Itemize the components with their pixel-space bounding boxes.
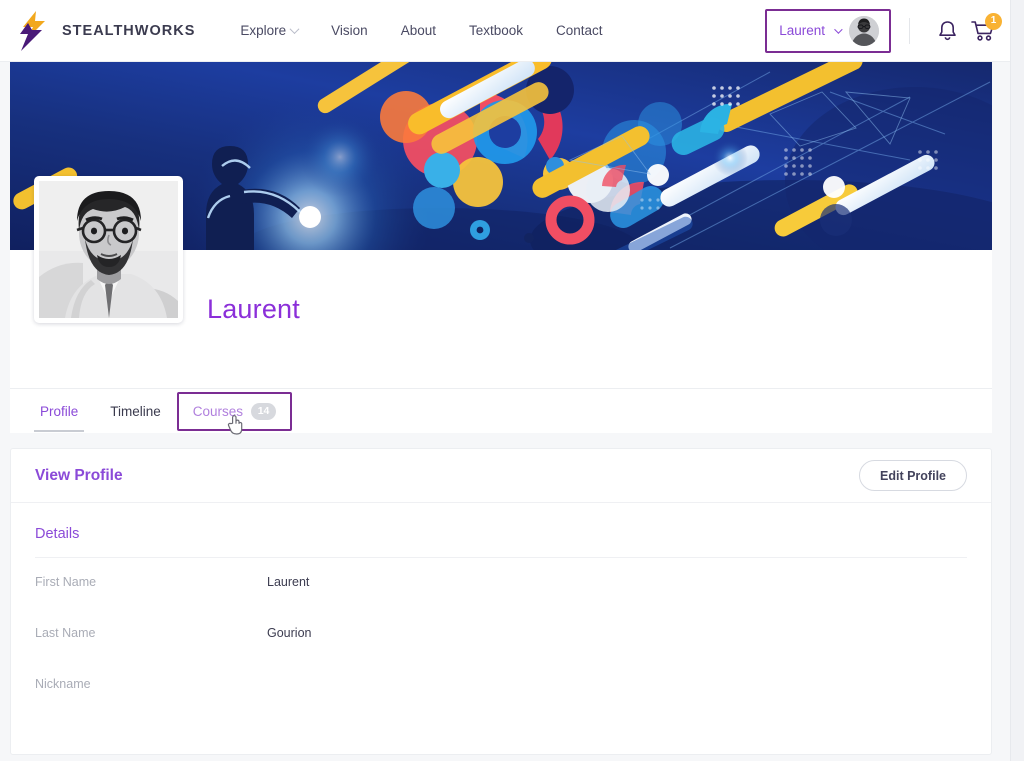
nav-item-contact-label: Contact	[556, 23, 603, 38]
nav-item-textbook-label: Textbook	[468, 23, 524, 38]
profile-tabbar: Profile Timeline Courses 14	[10, 388, 992, 435]
chevron-down-icon	[289, 24, 300, 35]
site-header: STEALTHWORKS Explore Vision About Textbo…	[0, 0, 1010, 62]
profile-header-card: Laurent	[10, 176, 992, 388]
avatar	[849, 15, 879, 46]
view-profile-card: View Profile Edit Profile Details First …	[10, 448, 992, 755]
user-menu-button[interactable]: Laurent	[765, 8, 891, 53]
nav-item-vision[interactable]: Vision	[331, 23, 368, 38]
scrollbar-gutter[interactable]	[1010, 0, 1024, 761]
detail-label: First Name	[35, 575, 97, 589]
detail-label: Nickname	[35, 677, 91, 691]
chevron-down-icon	[834, 24, 843, 34]
detail-label: Last Name	[35, 626, 96, 640]
lightning-bolt-logo-icon	[14, 10, 54, 52]
detail-value: Gourion	[267, 626, 312, 640]
cart-badge: 1	[985, 12, 1002, 30]
tab-timeline[interactable]: Timeline	[94, 389, 177, 434]
nav-item-textbook[interactable]: Textbook	[469, 23, 523, 38]
header-right-cluster: Laurent 1	[765, 8, 1010, 53]
bell-icon	[937, 19, 958, 42]
card-title: View Profile	[35, 466, 123, 484]
page-root: STEALTHWORKS Explore Vision About Textbo…	[0, 0, 1024, 761]
profile-photo	[34, 176, 183, 323]
tab-timeline-label: Timeline	[110, 403, 161, 419]
content-column: Laurent Profile Timeline Courses 14 View…	[10, 62, 992, 761]
tab-profile[interactable]: Profile	[24, 389, 94, 434]
brand-logo-link[interactable]: STEALTHWORKS	[14, 10, 195, 52]
tab-courses-label: Courses	[192, 403, 244, 419]
tab-courses[interactable]: Courses 14	[176, 391, 293, 435]
user-menu-name: Laurent	[779, 23, 825, 38]
nav-item-about-label: About	[400, 23, 436, 38]
details-section-title: Details	[35, 526, 80, 542]
nav-item-explore[interactable]: Explore	[240, 23, 300, 38]
cart-button[interactable]: 1	[968, 12, 1002, 47]
card-body: Details First Name Laurent Last Name Gou…	[11, 503, 991, 711]
brand-name: STEALTHWORKS	[62, 22, 196, 39]
detail-row-last-name: Last Name Gourion	[35, 609, 967, 660]
nav-item-explore-label: Explore	[240, 23, 287, 38]
nav-item-about[interactable]: About	[401, 23, 436, 38]
page-title: Laurent	[207, 294, 300, 324]
nav-item-contact[interactable]: Contact	[556, 23, 603, 38]
nav-item-vision-label: Vision	[331, 23, 368, 38]
detail-value: Laurent	[267, 575, 310, 589]
detail-row-nickname: Nickname	[35, 660, 967, 711]
tab-profile-label: Profile	[40, 403, 79, 419]
notifications-button[interactable]	[932, 15, 962, 47]
detail-row-first-name: First Name Laurent	[35, 558, 967, 609]
header-divider	[909, 17, 910, 44]
card-header: View Profile Edit Profile	[11, 449, 991, 503]
edit-profile-button[interactable]: Edit Profile	[859, 460, 967, 491]
main-nav: Explore Vision About Textbook Contact	[240, 23, 602, 38]
tab-courses-badge: 14	[251, 402, 277, 420]
